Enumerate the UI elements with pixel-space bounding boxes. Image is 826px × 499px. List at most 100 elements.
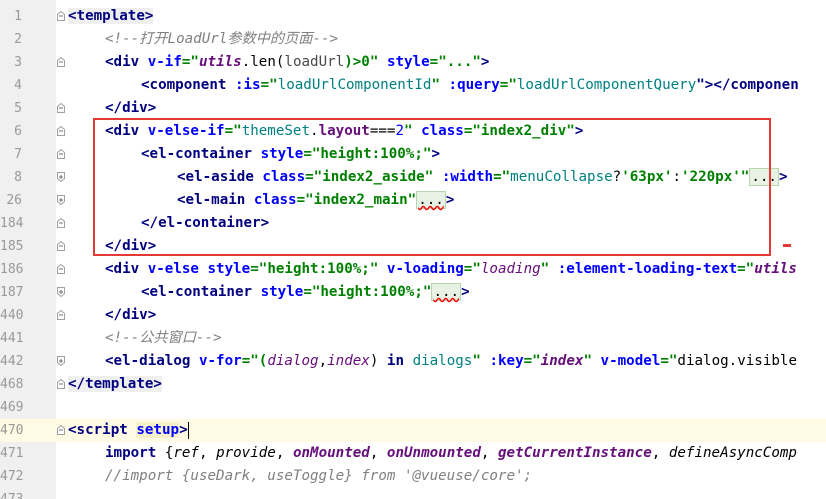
var-name: utils [198,54,242,70]
attr-value: =" [737,261,755,277]
tag-text: > [179,422,188,438]
fold-collapse-icon[interactable] [57,126,65,136]
attr-value: ="..." [429,54,481,70]
code-line[interactable]: 468 </template> [0,373,826,396]
expr-text: dialogs [412,353,473,369]
attr-value: " [472,353,490,369]
line-number: 2 [14,32,22,47]
line-number: 187 [0,285,24,300]
fold-collapse-icon[interactable] [57,379,65,389]
fold-collapse-icon[interactable] [57,103,65,113]
attr-value: ="height:100%;" [250,261,387,277]
attr-name: :is [234,77,261,93]
line-number: 7 [14,147,22,162]
code-line[interactable]: 4 <component :is="loadUrlComponentId" :q… [0,74,826,97]
keyword: import [105,445,157,461]
tag-text: "></componen [696,77,799,93]
keyword: in [386,353,405,369]
line-number: 468 [0,377,24,392]
code-line[interactable]: 186 <div v-else style="height:100%;" v-l… [0,258,826,281]
attr-value: =" [181,54,199,70]
code-line[interactable]: 1 <template> [0,5,826,28]
attr-name: v-else [147,261,208,277]
folded-ellipsis[interactable]: ... [431,283,462,301]
line-number: 4 [14,78,22,93]
fold-expand-icon[interactable] [57,356,65,366]
code-text: , [480,445,498,461]
attr-value: " [431,77,449,93]
line-number: 1 [14,9,22,24]
line-number: 471 [0,446,24,461]
tag-text: <component [141,77,235,93]
attr-name: style [207,261,251,277]
import-name: onMounted [292,445,370,461]
line-number: 185 [0,239,24,254]
line-number: 472 [0,469,24,484]
code-text: dialog.visible [677,353,798,369]
fold-collapse-icon[interactable] [57,425,65,435]
tag-text: <el-dialog [105,353,199,369]
comment-text: <!--公共窗口--> [105,330,222,346]
tag-text: > [480,54,490,70]
import-name: ref [173,445,199,461]
line-number: 442 [0,354,24,369]
line-number: 186 [0,262,24,277]
code-line-current[interactable]: 470 <script setup> [0,419,826,442]
line-number: 470 [0,423,24,438]
var-name: dialog [267,353,319,369]
code-line[interactable]: 472 //import {useDark, useToggle} from '… [0,465,826,488]
template-open-tag: <template> [68,8,154,24]
code-line[interactable]: 440 </div> [0,304,826,327]
tag-text: > [778,169,788,185]
var-name: loadUrl [284,54,345,70]
line-number: 8 [14,170,22,185]
fold-collapse-icon[interactable] [57,264,65,274]
code-line[interactable]: 471 import {ref, provide, onMounted, onU… [0,442,826,465]
import-name: getCurrentInstance [497,445,652,461]
fold-collapse-icon[interactable] [57,57,65,67]
text-caret [187,421,189,439]
code-line[interactable]: 473 [0,488,826,499]
fold-expand-icon[interactable] [57,287,65,297]
attr-name: v-for [198,353,242,369]
code-text: { [156,445,174,461]
tag-text: </div> [105,307,157,323]
code-line[interactable]: 3 <div v-if="utils.len(loadUrl)>0" style… [0,51,826,74]
attr-name: style [260,284,304,300]
code-text: , [275,445,293,461]
code-line[interactable]: 469 [0,396,826,419]
line-number: 26 [6,193,22,208]
attr-value: =" [523,353,541,369]
fold-collapse-icon[interactable] [57,310,65,320]
fold-expand-icon[interactable] [57,172,65,182]
code-line[interactable]: 5 </div> [0,97,826,120]
line-number: 184 [0,216,24,231]
fold-expand-icon[interactable] [57,195,65,205]
fold-collapse-icon[interactable] [57,149,65,159]
code-editor[interactable]: 1 <template> 2 <!--打开LoadUrl参数中的页面--> 3 … [0,0,826,499]
attr-name: :query [448,77,500,93]
attr-value: ="height:100%;" [303,284,432,300]
line-number: 440 [0,308,24,323]
tag-text: <script [68,422,137,438]
import-name: provide [216,445,276,461]
var-name: utils [754,261,797,277]
code-text: .len( [241,54,285,70]
fold-collapse-icon[interactable] [57,241,65,251]
var-name: index [327,353,370,369]
fold-collapse-icon[interactable] [57,11,65,21]
attr-name: :element-loading-text [557,261,738,277]
code-line[interactable]: 2 <!--打开LoadUrl参数中的页面--> [0,28,826,51]
code-text: , [369,445,387,461]
line-number: 469 [0,400,24,415]
attr-name: v-model [600,353,661,369]
tag-text: <div [105,54,148,70]
code-line[interactable]: 187 <el-container style="height:100%;"..… [0,281,826,304]
error-stripe-marker [783,244,791,247]
comment-text: //import {useDark, useToggle} from '@vue… [105,468,533,484]
attr-value: " [540,261,558,277]
line-number: 473 [0,488,23,499]
code-line[interactable]: 441 <!--公共窗口--> [0,327,826,350]
fold-collapse-icon[interactable] [57,218,65,228]
code-line[interactable]: 442 <el-dialog v-for="(dialog,index) in … [0,350,826,373]
